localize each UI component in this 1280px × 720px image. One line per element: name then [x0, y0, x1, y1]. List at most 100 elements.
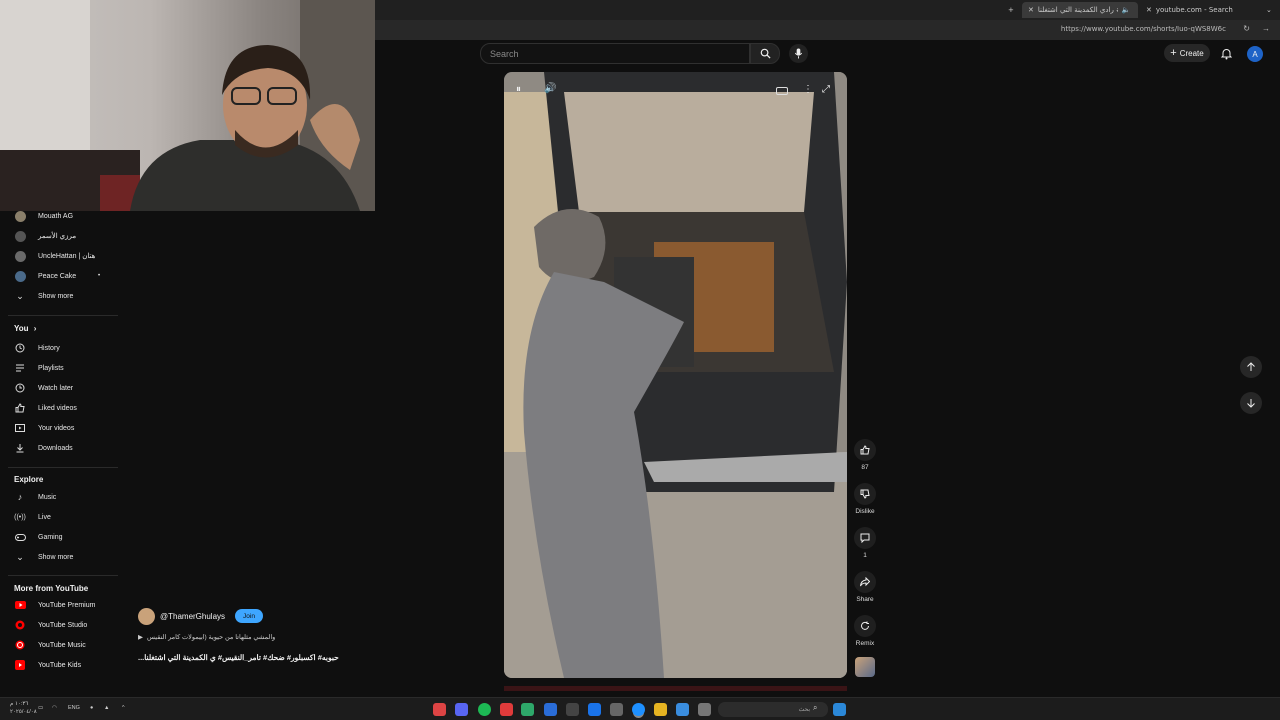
- language-indicator[interactable]: ENG: [68, 705, 80, 711]
- wifi-icon[interactable]: ◠: [52, 705, 57, 711]
- comment-icon: [854, 527, 876, 549]
- comments-button[interactable]: 1: [853, 527, 877, 559]
- thumbs-up-icon: [854, 439, 876, 461]
- share-button[interactable]: Share: [853, 571, 877, 603]
- sidebar-item-watch-later[interactable]: Watch later: [0, 379, 118, 397]
- sidebar-item-youtube-premium[interactable]: YouTube Premium: [0, 596, 118, 614]
- sidebar-item-live[interactable]: ((•)) Live: [0, 508, 118, 526]
- fullscreen-icon[interactable]: ⤢: [822, 84, 830, 95]
- sidebar-item-downloads[interactable]: Downloads: [0, 439, 118, 457]
- video-progress-bar[interactable]: [504, 686, 847, 691]
- search-button[interactable]: [750, 43, 780, 64]
- captions-icon[interactable]: [776, 87, 788, 95]
- short-video-player[interactable]: ⏸ 🔊 ⋮ ⤢: [504, 72, 847, 678]
- new-content-dot-icon: •: [98, 273, 101, 279]
- like-button[interactable]: 87: [853, 439, 877, 471]
- search-icon: [760, 48, 771, 59]
- gaming-icon: [14, 531, 26, 543]
- url-text[interactable]: https://www.youtube.com/shorts/Iuo-qWS8W…: [1061, 25, 1226, 33]
- browser-forward-icon[interactable]: →: [1262, 24, 1270, 33]
- app-icon-blue[interactable]: [676, 703, 689, 716]
- edge-browser-icon[interactable]: [632, 703, 645, 716]
- app-icon-red[interactable]: [500, 703, 513, 716]
- short-title[interactable]: ...ي الكمدينة التي اشتغلنا ‪#تامر_النقيس…: [138, 653, 438, 662]
- explore-heading: Explore: [14, 475, 44, 484]
- taskbar-search-input[interactable]: بحث: [718, 702, 828, 717]
- microphone-icon[interactable]: ●: [90, 705, 93, 711]
- short-music-line[interactable]: ▶ والمشي مثلهاتا من حيوية (ابيمولات كامر…: [138, 633, 275, 641]
- more-options-icon[interactable]: ⋮: [803, 84, 813, 95]
- sidebar-item-youtube-kids[interactable]: YouTube Kids: [0, 656, 118, 674]
- sidebar-item-history[interactable]: History: [0, 339, 118, 357]
- search-icon: ⌕: [813, 703, 818, 712]
- youtube-premium-icon: [14, 599, 26, 611]
- previous-short-button[interactable]: [1240, 356, 1262, 378]
- discord-icon[interactable]: [455, 703, 468, 716]
- remix-button[interactable]: Remix: [853, 615, 877, 647]
- account-avatar[interactable]: A: [1247, 46, 1263, 62]
- store-icon[interactable]: [610, 703, 623, 716]
- short-channel-row: @ThamerGhulays Join: [138, 607, 263, 625]
- sidebar: Mouath AG مرزي الأسمر UncleHattan | هتان…: [0, 210, 118, 691]
- close-icon[interactable]: ✕: [1028, 6, 1034, 14]
- file-explorer-icon[interactable]: [654, 703, 667, 716]
- sidebar-item-gaming[interactable]: Gaming: [0, 528, 118, 546]
- notifications-button[interactable]: [1218, 46, 1234, 62]
- spotify-icon[interactable]: [478, 703, 491, 716]
- muted-speaker-icon[interactable]: 🔈: [1122, 6, 1131, 14]
- browser-tab-2[interactable]: ✕ youtube.com - Search: [1140, 2, 1250, 18]
- history-icon: [14, 342, 26, 354]
- clock-time[interactable]: ١٠:٣٦ م: [10, 701, 28, 707]
- shield-icon[interactable]: [544, 703, 557, 716]
- sidebar-channel-mouath[interactable]: Mouath AG: [0, 207, 118, 225]
- next-short-button[interactable]: [1240, 392, 1262, 414]
- you-heading[interactable]: You ›: [14, 324, 36, 333]
- sidebar-item-youtube-studio[interactable]: YouTube Studio: [0, 616, 118, 634]
- voice-search-button[interactable]: [789, 44, 808, 63]
- chevron-up-icon[interactable]: ^: [122, 705, 125, 711]
- app-icon-green[interactable]: [521, 703, 534, 716]
- sound-thumbnail[interactable]: [855, 657, 875, 677]
- app-icon-1[interactable]: [433, 703, 446, 716]
- settings-icon[interactable]: [566, 703, 579, 716]
- sidebar-channel-2[interactable]: مرزي الأسمر: [0, 227, 118, 245]
- subscriptions-show-more[interactable]: ⌄ Show more: [0, 287, 118, 305]
- video-frame-image: [504, 72, 847, 678]
- webcam-person-image: [0, 0, 375, 211]
- explore-show-more[interactable]: ⌄ Show more: [0, 548, 118, 566]
- youtube-music-icon: [14, 639, 26, 651]
- windows-start-icon[interactable]: [833, 703, 846, 716]
- search-input[interactable]: Search: [480, 43, 750, 64]
- sidebar-item-music[interactable]: ♪ Music: [0, 488, 118, 506]
- join-button[interactable]: Join: [235, 609, 263, 623]
- close-icon[interactable]: ✕: [1146, 6, 1152, 14]
- reload-icon[interactable]: ↻: [1243, 24, 1250, 33]
- new-tab-button[interactable]: +: [1002, 2, 1020, 18]
- mail-icon[interactable]: [588, 703, 601, 716]
- channel-avatar: [14, 230, 26, 242]
- clock-icon: [14, 382, 26, 394]
- sidebar-channel-peacecake[interactable]: Peace Cake •: [0, 267, 118, 285]
- bell-icon: [1220, 49, 1232, 60]
- chevron-down-icon: ⌄: [16, 551, 24, 562]
- network-icon[interactable]: ▲: [104, 705, 109, 711]
- tab-menu-chevron-icon[interactable]: ⌄: [1260, 2, 1278, 18]
- sidebar-item-playlists[interactable]: Playlists: [0, 359, 118, 377]
- volume-icon[interactable]: 🔊: [544, 83, 556, 94]
- sidebar-item-your-videos[interactable]: Your videos: [0, 419, 118, 437]
- create-button[interactable]: + Create: [1164, 44, 1210, 62]
- like-count: 87: [861, 464, 869, 471]
- channel-avatar[interactable]: [138, 607, 155, 625]
- channel-name[interactable]: @ThamerGhulays: [160, 612, 225, 621]
- clock-date[interactable]: ٢٠٢٥/٠٤/٠٨: [10, 709, 37, 715]
- app-icon-gray[interactable]: [698, 703, 711, 716]
- pause-icon[interactable]: ⏸: [516, 84, 521, 95]
- browser-tab-1[interactable]: ✕ رادي الكمدينة التي اشتغلنا ‪#ع 🔈: [1022, 2, 1138, 18]
- sidebar-channel-unclehattan[interactable]: UncleHattan | هتان: [0, 247, 118, 265]
- notification-icon[interactable]: ▭: [38, 705, 43, 711]
- microphone-icon: [794, 48, 803, 59]
- sidebar-item-youtube-music[interactable]: YouTube Music: [0, 636, 118, 654]
- sidebar-divider: [8, 575, 118, 576]
- dislike-button[interactable]: Dislike: [853, 483, 877, 515]
- sidebar-item-liked-videos[interactable]: Liked videos: [0, 399, 118, 417]
